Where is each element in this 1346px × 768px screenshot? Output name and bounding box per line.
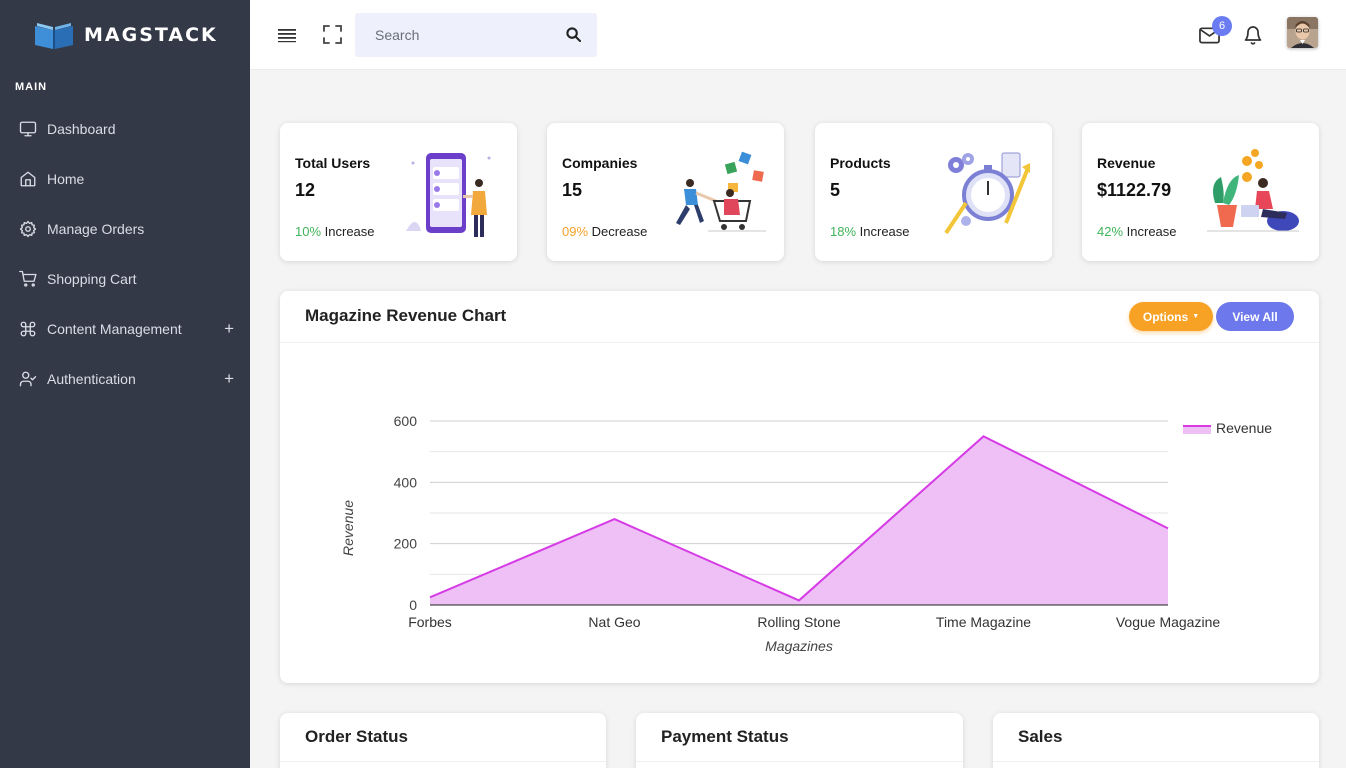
legend-label-revenue: Revenue bbox=[1216, 420, 1272, 436]
stat-title: Companies bbox=[562, 155, 638, 171]
search-box bbox=[355, 13, 597, 57]
brand-name: MAGSTACK bbox=[84, 24, 218, 46]
cart-icon bbox=[19, 270, 37, 288]
series-area-revenue bbox=[430, 436, 1168, 605]
monitor-icon bbox=[19, 120, 37, 138]
y-axis-title: Revenue bbox=[340, 500, 356, 556]
sidebar-item-label: Dashboard bbox=[47, 121, 116, 137]
home-icon bbox=[19, 170, 37, 188]
shopping-illustration bbox=[676, 151, 766, 232]
stat-change-percent: 42% bbox=[1097, 224, 1124, 239]
stat-change-label: Increase bbox=[859, 224, 910, 239]
sidebar-item-shopping-cart[interactable]: Shopping Cart bbox=[0, 254, 250, 304]
search-icon[interactable] bbox=[566, 27, 581, 42]
x-tick-label: Time Magazine bbox=[936, 614, 1031, 630]
stat-value: 12 bbox=[295, 180, 316, 200]
stat-value: $1122.79 bbox=[1097, 180, 1172, 200]
expand-plus-icon[interactable]: + bbox=[224, 369, 234, 389]
stat-change-percent: 18% bbox=[830, 224, 857, 239]
stat-change: 09% Decrease bbox=[562, 224, 647, 239]
mail-count-badge: 6 bbox=[1212, 16, 1232, 36]
brand[interactable]: MAGSTACK bbox=[0, 0, 250, 70]
stat-card-companies[interactable]: Companies 15 09% Decrease bbox=[547, 123, 784, 261]
card-title: Payment Status bbox=[661, 727, 789, 746]
stat-card-products[interactable]: Products 5 18% Increase bbox=[815, 123, 1052, 261]
divider bbox=[636, 761, 963, 762]
stat-change-percent: 09% bbox=[562, 224, 589, 239]
x-tick-label: Forbes bbox=[408, 614, 452, 630]
sidebar-item-label: Manage Orders bbox=[47, 221, 145, 237]
x-tick-label: Nat Geo bbox=[588, 614, 640, 630]
stat-change: 10% Increase bbox=[295, 224, 375, 239]
book-logo-icon bbox=[35, 23, 73, 49]
avatar-image bbox=[1287, 17, 1318, 48]
x-tick-label: Rolling Stone bbox=[757, 614, 840, 630]
payment-status-card: Payment Status bbox=[636, 713, 963, 768]
sidebar-item-authentication[interactable]: Authentication + bbox=[0, 354, 250, 404]
sidebar-item-home[interactable]: Home bbox=[0, 154, 250, 204]
divider bbox=[993, 761, 1319, 762]
sidebar-item-label: Shopping Cart bbox=[47, 271, 137, 287]
stat-change-label: Increase bbox=[324, 224, 375, 239]
fullscreen-icon[interactable] bbox=[323, 25, 342, 44]
search-input[interactable] bbox=[355, 13, 545, 57]
y-tick-label: 200 bbox=[394, 536, 418, 552]
menu-toggle-icon[interactable] bbox=[278, 25, 296, 45]
revenue-area-chart: 0 200 400 600 Forbes Nat Geo Rolling Stone Time… bbox=[340, 413, 1272, 654]
y-tick-label: 400 bbox=[394, 474, 418, 490]
y-tick-label: 0 bbox=[409, 597, 417, 613]
bell-icon[interactable] bbox=[1243, 24, 1263, 46]
user-avatar[interactable] bbox=[1287, 17, 1318, 48]
sidebar-item-content-management[interactable]: Content Management + bbox=[0, 304, 250, 354]
order-status-card: Order Status bbox=[280, 713, 606, 768]
gear-icon bbox=[19, 220, 37, 238]
stat-change: 18% Increase bbox=[830, 224, 910, 239]
legend-swatch-revenue bbox=[1183, 426, 1211, 434]
sidebar-item-label: Home bbox=[47, 171, 85, 187]
stat-value: 15 bbox=[562, 180, 583, 200]
command-icon bbox=[19, 320, 37, 338]
revenue-chart-card: Magazine Revenue Chart Options ▼ View Al… bbox=[280, 291, 1319, 683]
stat-card-revenue[interactable]: Revenue $1122.79 42% Increase bbox=[1082, 123, 1319, 261]
top-header: 6 bbox=[250, 0, 1346, 70]
stat-card-total-users[interactable]: Total Users 12 10% Increase bbox=[280, 123, 517, 261]
expand-plus-icon[interactable]: + bbox=[224, 319, 234, 339]
sales-card: Sales bbox=[993, 713, 1319, 768]
stat-title: Revenue bbox=[1097, 155, 1156, 171]
stat-change-percent: 10% bbox=[295, 224, 322, 239]
user-check-icon bbox=[19, 370, 37, 388]
stat-change-label: Decrease bbox=[591, 224, 648, 239]
stopwatch-illustration bbox=[944, 152, 1030, 235]
card-title: Order Status bbox=[305, 727, 408, 746]
sidebar-item-label: Content Management bbox=[47, 321, 182, 337]
y-tick-label: 600 bbox=[394, 413, 418, 429]
stat-change: 42% Increase bbox=[1097, 224, 1177, 239]
sidebar: MAGSTACK MAIN Dashboard Home Manage Orde… bbox=[0, 0, 250, 768]
sidebar-item-dashboard[interactable]: Dashboard bbox=[0, 104, 250, 154]
stat-title: Total Users bbox=[295, 155, 371, 171]
sidebar-item-manage-orders[interactable]: Manage Orders bbox=[0, 204, 250, 254]
stat-title: Products bbox=[830, 155, 891, 171]
card-title: Sales bbox=[1018, 727, 1063, 746]
stat-value: 5 bbox=[830, 180, 841, 200]
x-tick-label: Vogue Magazine bbox=[1116, 614, 1221, 630]
divider bbox=[280, 761, 606, 762]
x-axis-title: Magazines bbox=[765, 638, 833, 654]
sidebar-item-label: Authentication bbox=[47, 371, 136, 387]
revenue-illustration bbox=[1207, 149, 1299, 232]
stat-change-label: Increase bbox=[1126, 224, 1177, 239]
users-illustration bbox=[406, 153, 491, 237]
sidebar-section-label: MAIN bbox=[15, 81, 48, 93]
